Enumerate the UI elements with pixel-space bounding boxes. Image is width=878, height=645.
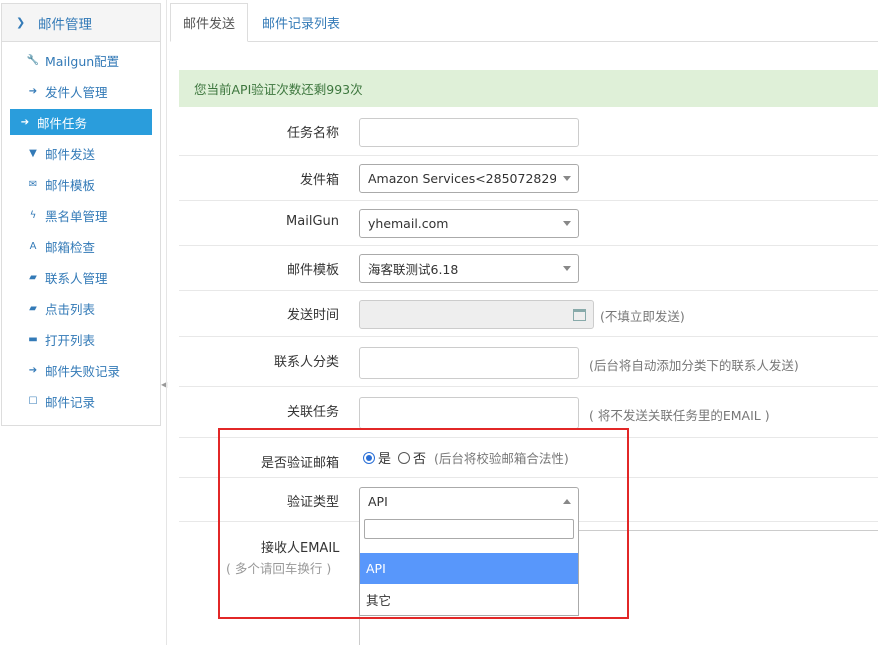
verify-type-select[interactable]: API xyxy=(359,487,579,516)
row-send-time: 发送时间 (不填立即发送) xyxy=(179,291,878,337)
filter-icon: ▼ xyxy=(29,148,37,159)
task-name-input[interactable] xyxy=(359,118,579,147)
wrench-icon: 🔧 xyxy=(26,55,40,66)
sidebar-title: 邮件管理 xyxy=(38,16,92,33)
verify-type-select-value: API xyxy=(368,494,388,509)
row-contact-category: 联系人分类 (后台将自动添加分类下的联系人发送) xyxy=(179,337,878,387)
dropdown-search-input[interactable] xyxy=(364,519,574,539)
verify-no-radio[interactable] xyxy=(398,451,411,464)
chevron-down-icon: ❯ xyxy=(16,16,26,29)
arrow-circle-icon: ➔ xyxy=(20,116,30,128)
sidebar-item-label: 打开列表 xyxy=(45,333,96,348)
dropdown-option-other[interactable]: 其它 xyxy=(360,584,578,615)
sidebar-header[interactable]: ❯ 邮件管理 xyxy=(2,4,160,42)
sidebar-item[interactable]: ▬ 打开列表 xyxy=(10,324,152,355)
verify-email-radio-group: 是 否 (后台将校验邮箱合法性) xyxy=(363,448,569,467)
chevron-down-icon xyxy=(563,266,571,271)
sidebar-item-label: 联系人管理 xyxy=(45,271,108,286)
sidebar-item[interactable]: ▰ 联系人管理 xyxy=(10,262,152,293)
sidebar-item-label: 发件人管理 xyxy=(45,85,108,100)
sidebar-item-label: 邮件任务 xyxy=(37,115,88,131)
bolt-icon: ϟ xyxy=(29,210,37,221)
verify-type-label: 验证类型 xyxy=(286,495,339,510)
arrow-circle-icon: ➔ xyxy=(28,86,38,97)
task-name-label: 任务名称 xyxy=(286,126,339,141)
row-related-task: 关联任务 ( 将不发送关联任务里的EMAIL ) xyxy=(179,387,878,438)
sidebar-item[interactable]: ➔ 邮件失败记录 xyxy=(10,355,152,386)
chevron-down-icon xyxy=(563,221,571,226)
template-select[interactable]: 海客联测试6.18 xyxy=(359,254,579,283)
road-icon: A xyxy=(29,241,37,252)
square-icon: ☐ xyxy=(28,396,38,407)
sidebar: ❯ 邮件管理 🔧 Mailgun配置 ➔ 发件人管理 ➔ 邮件任务 ▼ 邮件发送 ✉ 邮件模板 ϟ 黑… xyxy=(1,3,161,426)
dropdown-option-api[interactable]: API xyxy=(360,553,578,584)
contact-category-label: 联系人分类 xyxy=(273,355,339,370)
contact-category-help: (后台将自动添加分类下的联系人发送) xyxy=(589,358,799,373)
sidebar-item[interactable]: ➔ 邮件任务 xyxy=(10,109,152,135)
row-task-name: 任务名称 xyxy=(179,108,878,156)
folder-open-icon: ▬ xyxy=(28,334,38,345)
sidebar-item[interactable]: ▼ 邮件发送 xyxy=(10,138,152,169)
api-quota-alert: 您当前API验证次数还剩993次 xyxy=(179,70,878,107)
tab-bar: 邮件发送 邮件记录列表 xyxy=(170,3,878,42)
mailbox-label: 发件箱 xyxy=(299,173,339,188)
related-task-label: 关联任务 xyxy=(286,405,339,420)
sidebar-menu: 🔧 Mailgun配置 ➔ 发件人管理 ➔ 邮件任务 ▼ 邮件发送 ✉ 邮件模板 ϟ 黑名单管理 A 邮箱… xyxy=(2,42,160,417)
mailgun-label: MailGun xyxy=(286,214,339,229)
related-task-help: ( 将不发送关联任务里的EMAIL ) xyxy=(589,408,770,423)
verify-email-label: 是否验证邮箱 xyxy=(260,456,339,471)
tab-mail-records[interactable]: 邮件记录列表 xyxy=(250,3,352,42)
verify-no-label: 否 xyxy=(413,452,427,467)
template-label: 邮件模板 xyxy=(286,263,339,278)
calendar-icon[interactable] xyxy=(573,309,586,321)
verify-type-dropdown: API 其它 xyxy=(359,514,579,616)
sidebar-item-label: 点击列表 xyxy=(45,302,96,317)
sidebar-item[interactable]: 🔧 Mailgun配置 xyxy=(10,45,152,76)
sidebar-item-label: 黑名单管理 xyxy=(45,209,108,224)
sidebar-item-label: 邮箱检查 xyxy=(45,240,96,255)
sidebar-item-label: 邮件发送 xyxy=(45,147,96,162)
sidebar-item[interactable]: A 邮箱检查 xyxy=(10,231,152,262)
sidebar-item-label: 邮件模板 xyxy=(45,178,96,193)
sidebar-item-label: 邮件记录 xyxy=(45,395,96,410)
receiver-label: 接收人EMAIL xyxy=(261,541,340,556)
book-icon: ▰ xyxy=(29,303,37,314)
panel-divider xyxy=(166,0,167,645)
contact-category-input[interactable] xyxy=(359,347,579,379)
sidebar-item[interactable]: ✉ 邮件模板 xyxy=(10,169,152,200)
sidebar-item[interactable]: ➔ 发件人管理 xyxy=(10,76,152,107)
sidebar-item[interactable]: ☐ 邮件记录 xyxy=(10,386,152,417)
mailgun-select-value: yhemail.com xyxy=(368,216,449,231)
book-icon: ▰ xyxy=(29,272,37,283)
verify-yes-label: 是 xyxy=(378,452,392,467)
send-time-input[interactable] xyxy=(359,300,594,329)
mailgun-select[interactable]: yhemail.com xyxy=(359,209,579,238)
row-mailgun: MailGun yhemail.com xyxy=(179,201,878,246)
envelope-icon: ✉ xyxy=(28,179,38,190)
sidebar-item[interactable]: ▰ 点击列表 xyxy=(10,293,152,324)
sidebar-item[interactable]: ϟ 黑名单管理 xyxy=(10,200,152,231)
sidebar-item-label: Mailgun配置 xyxy=(45,54,120,69)
row-template: 邮件模板 海客联测试6.18 xyxy=(179,246,878,291)
arrow-circle-icon: ➔ xyxy=(28,365,38,376)
mailbox-select[interactable]: Amazon Services<285072829… xyxy=(359,164,579,193)
page-root: ❯ 邮件管理 🔧 Mailgun配置 ➔ 发件人管理 ➔ 邮件任务 ▼ 邮件发送 ✉ 邮件模板 ϟ 黑… xyxy=(0,0,878,645)
receiver-hint: ( 多个请回车换行 ) xyxy=(226,561,332,576)
row-mailbox: 发件箱 Amazon Services<285072829… xyxy=(179,156,878,201)
row-verify-email: 是否验证邮箱 是 否 (后台将校验邮箱合法性) xyxy=(179,438,878,478)
send-time-label: 发送时间 xyxy=(286,308,339,323)
chevron-down-icon xyxy=(563,176,571,181)
template-select-value: 海客联测试6.18 xyxy=(368,262,459,277)
sidebar-item-label: 邮件失败记录 xyxy=(45,364,121,379)
send-time-help: (不填立即发送) xyxy=(600,309,685,324)
related-task-input[interactable] xyxy=(359,397,579,429)
verify-yes-radio[interactable] xyxy=(363,451,375,464)
tab-mail-send[interactable]: 邮件发送 xyxy=(170,3,249,42)
chevron-up-icon xyxy=(563,499,571,504)
mailbox-select-value: Amazon Services<285072829… xyxy=(368,171,556,186)
verify-email-help: (后台将校验邮箱合法性) xyxy=(434,451,569,466)
